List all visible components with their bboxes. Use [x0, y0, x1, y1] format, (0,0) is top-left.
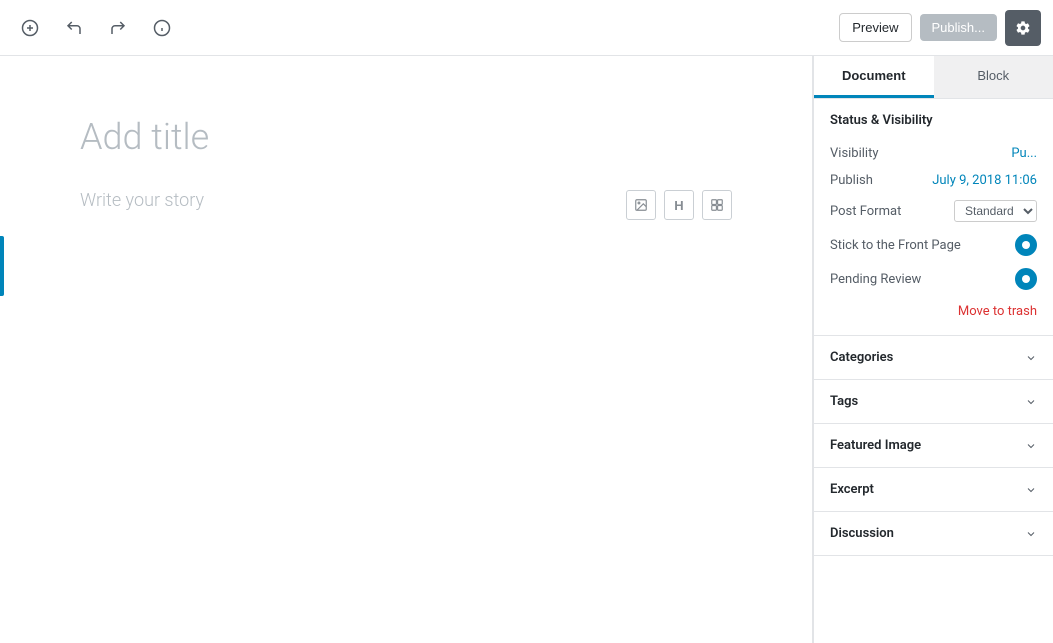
- post-format-select[interactable]: Standard: [954, 200, 1037, 222]
- title-placeholder[interactable]: Add title: [80, 116, 732, 158]
- pending-label: Pending Review: [830, 272, 921, 287]
- editor-inline-tools: H: [626, 190, 732, 220]
- visibility-value[interactable]: Pu...: [1011, 146, 1037, 161]
- heading-tool-button[interactable]: H: [664, 190, 694, 220]
- main-layout: Add title Write your story H: [0, 56, 1053, 643]
- heading-icon: H: [674, 198, 683, 213]
- body-placeholder[interactable]: Write your story: [80, 190, 610, 211]
- image-tool-button[interactable]: [626, 190, 656, 220]
- stick-row: Stick to the Front Page: [830, 228, 1037, 262]
- excerpt-section: Excerpt: [814, 468, 1053, 512]
- categories-chevron-icon: [1025, 352, 1037, 364]
- tab-document[interactable]: Document: [814, 56, 934, 98]
- tags-section: Tags: [814, 380, 1053, 424]
- featured-image-header[interactable]: Featured Image: [814, 424, 1053, 467]
- preview-button[interactable]: Preview: [839, 13, 911, 42]
- excerpt-chevron-icon: [1025, 484, 1037, 496]
- excerpt-header[interactable]: Excerpt: [814, 468, 1053, 511]
- discussion-chevron-icon: [1025, 528, 1037, 540]
- tags-title: Tags: [830, 394, 858, 409]
- pending-toggle[interactable]: [1015, 268, 1037, 290]
- gear-icon: [1015, 20, 1031, 36]
- stick-toggle[interactable]: [1015, 234, 1037, 256]
- toolbar: Preview Publish...: [0, 0, 1053, 56]
- status-visibility-title: Status & Visibility: [814, 99, 1053, 128]
- featured-image-chevron-icon: [1025, 440, 1037, 452]
- discussion-header[interactable]: Discussion: [814, 512, 1053, 555]
- categories-title: Categories: [830, 350, 893, 365]
- pending-row: Pending Review: [830, 262, 1037, 296]
- discussion-title: Discussion: [830, 526, 894, 541]
- tags-header[interactable]: Tags: [814, 380, 1053, 423]
- stick-label: Stick to the Front Page: [830, 238, 961, 253]
- publish-value[interactable]: July 9, 2018 11:06: [932, 173, 1037, 188]
- publish-button[interactable]: Publish...: [920, 14, 997, 41]
- blue-accent-bar: [0, 236, 4, 296]
- discussion-section: Discussion: [814, 512, 1053, 556]
- publish-row: Publish July 9, 2018 11:06: [830, 167, 1037, 194]
- tags-chevron-icon: [1025, 396, 1037, 408]
- visibility-label: Visibility: [830, 146, 879, 161]
- status-visibility-body: Visibility Pu... Publish July 9, 2018 11…: [814, 128, 1053, 335]
- visibility-row: Visibility Pu...: [830, 140, 1037, 167]
- sidebar-tabs: Document Block: [814, 56, 1053, 99]
- toolbar-right: Preview Publish...: [839, 10, 1041, 46]
- post-format-label: Post Format: [830, 204, 901, 219]
- tab-block[interactable]: Block: [934, 56, 1053, 98]
- categories-section: Categories: [814, 336, 1053, 380]
- toolbar-left: [12, 10, 180, 46]
- undo-button[interactable]: [56, 10, 92, 46]
- featured-image-title: Featured Image: [830, 438, 921, 453]
- sidebar: Document Block Status & Visibility Visib…: [813, 56, 1053, 643]
- post-format-row: Post Format Standard: [830, 194, 1037, 228]
- editor-area[interactable]: Add title Write your story H: [0, 56, 813, 643]
- info-button[interactable]: [144, 10, 180, 46]
- redo-button[interactable]: [100, 10, 136, 46]
- editor-body-area: Write your story H: [80, 190, 732, 220]
- categories-header[interactable]: Categories: [814, 336, 1053, 379]
- publish-label: Publish: [830, 173, 873, 188]
- excerpt-title: Excerpt: [830, 482, 874, 497]
- gallery-tool-button[interactable]: [702, 190, 732, 220]
- settings-button[interactable]: [1005, 10, 1041, 46]
- featured-image-section: Featured Image: [814, 424, 1053, 468]
- add-block-button[interactable]: [12, 10, 48, 46]
- status-visibility-section: Status & Visibility Visibility Pu... Pub…: [814, 99, 1053, 336]
- move-to-trash-link[interactable]: Move to trash: [830, 296, 1037, 323]
